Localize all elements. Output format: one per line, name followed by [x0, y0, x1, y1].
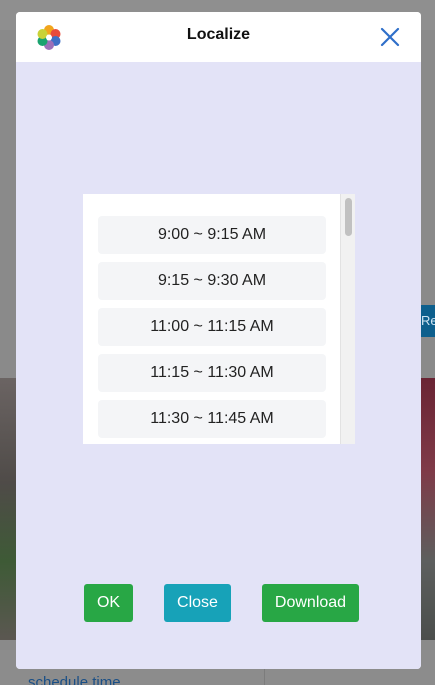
time-slot-item[interactable]: 11:15 ~ 11:30 AM: [98, 354, 326, 392]
close-icon[interactable]: [378, 25, 402, 49]
time-slot-item[interactable]: 11:00 ~ 11:15 AM: [98, 308, 326, 346]
time-slot-item[interactable]: 9:15 ~ 9:30 AM: [98, 262, 326, 300]
modal-body: 9:00 ~ 9:15 AM 9:15 ~ 9:30 AM 11:00 ~ 11…: [16, 62, 421, 669]
modal-title: Localize: [186, 26, 251, 43]
modal-header: Localize: [16, 12, 421, 62]
time-slot-scrollbar[interactable]: [340, 194, 355, 444]
background-image-left: [0, 378, 16, 640]
background-schedule-link: schedule time: [28, 674, 121, 685]
time-slot-list[interactable]: 9:00 ~ 9:15 AM 9:15 ~ 9:30 AM 11:00 ~ 11…: [83, 194, 355, 444]
localize-modal: Localize 9:00 ~ 9:15 AM 9:15 ~ 9:30 AM 1…: [16, 12, 421, 669]
time-slot-item[interactable]: 11:30 ~ 11:45 AM: [98, 400, 326, 438]
close-button[interactable]: Close: [164, 584, 231, 622]
download-button[interactable]: Download: [262, 584, 359, 622]
background-record-button: Rec: [421, 305, 435, 337]
time-slot-item[interactable]: 9:00 ~ 9:15 AM: [98, 216, 326, 254]
ok-button[interactable]: OK: [84, 584, 133, 622]
background-image-right: [421, 378, 435, 640]
scrollbar-thumb[interactable]: [345, 198, 352, 236]
